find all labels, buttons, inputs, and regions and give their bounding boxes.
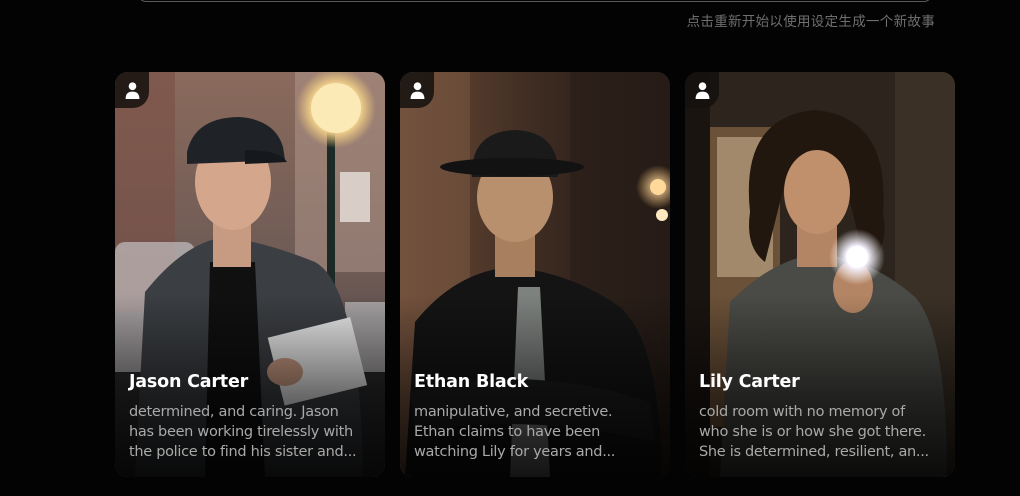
character-name: Ethan Black [414,372,529,392]
description-line: cold room with no memory of [699,404,905,420]
character-name: Jason Carter [129,372,249,392]
user-icon [125,81,139,99]
description-line: She is determined, resilient, an... [699,444,929,460]
character-cards: Jason Carter determined, and caring. Jas… [115,72,955,477]
character-card-ethan[interactable]: Ethan Black manipulative, and secretive.… [400,72,670,477]
user-icon [410,81,424,99]
description-line: determined, and caring. Jason [129,404,339,420]
description-line: the police to find his sister and... [129,444,357,460]
description-line: Ethan claims to have been [414,424,601,440]
input-panel-edge [138,0,932,2]
description-line: who she is or how she got there. [699,424,926,440]
character-description: cold room with no memory of who she is o… [699,402,939,462]
character-description: manipulative, and secretive. Ethan claim… [414,402,654,462]
character-name: Lily Carter [699,372,800,392]
user-icon [695,81,709,99]
description-line: manipulative, and secretive. [414,404,613,420]
restart-hint: 点击重新开始以使用设定生成一个新故事 [686,14,935,30]
character-card-jason[interactable]: Jason Carter determined, and caring. Jas… [115,72,385,477]
avatar-badge [400,72,434,108]
avatar-badge [685,72,719,108]
character-description: determined, and caring. Jason has been w… [129,402,369,462]
avatar-badge [115,72,149,108]
description-line: has been working tirelessly with [129,424,353,440]
character-card-lily[interactable]: Lily Carter cold room with no memory of … [685,72,955,477]
description-line: watching Lily for years and... [414,444,616,460]
